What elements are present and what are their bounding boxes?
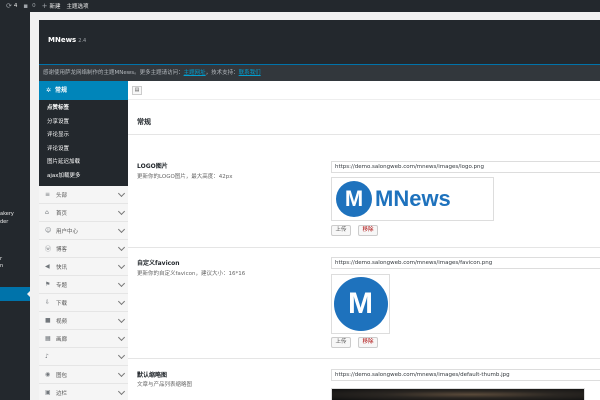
submenu-item[interactable]: 分享设置 xyxy=(39,116,128,130)
logo-option-desc: 更新你的LOGO图片，最大高度：42px xyxy=(137,174,233,180)
logo-url-input[interactable]: https://demo.salongweb.com/mnews/images/… xyxy=(331,161,600,173)
favicon-mark: M xyxy=(333,277,388,331)
admin-bar-theme-options[interactable]: 主题选项 xyxy=(67,2,89,10)
megaphone-icon: ◀ xyxy=(45,263,50,270)
plus-icon: + xyxy=(41,2,48,10)
sidebar-item-notice[interactable]: ♪ xyxy=(39,348,128,366)
expand-options-button[interactable]: ▤ xyxy=(132,86,142,95)
admin-bar-comments[interactable]: ⟳ 4 xyxy=(6,2,17,10)
favicon-remove-button[interactable]: 移除 xyxy=(358,337,378,348)
favicon-url-input[interactable]: https://demo.salongweb.com/mnews/images/… xyxy=(331,257,600,269)
submenu-item[interactable]: 评论显示 xyxy=(39,129,128,143)
gear-icon: ✲ xyxy=(46,87,52,94)
sidebar-item-news[interactable]: ◀ 快讯 xyxy=(39,258,128,276)
chevron-down-icon xyxy=(117,369,126,378)
sidebar-item-topic[interactable]: ⚑ 专题 xyxy=(39,276,128,294)
divider xyxy=(128,358,600,359)
sidebar-item-gallery[interactable]: ▦ 画廊 xyxy=(39,330,128,348)
thumb-option-label: 默认缩略图 xyxy=(137,372,168,379)
comment-icon: ▪ xyxy=(23,2,29,10)
bell-icon: ♪ xyxy=(45,353,49,360)
logo-preview: M MNews xyxy=(331,177,494,221)
admin-menu-fragment[interactable]: n xyxy=(0,263,3,269)
sidebar-item-sidebar[interactable]: ▣ 边栏 xyxy=(39,384,128,400)
logo-upload-button[interactable]: 上传 xyxy=(331,225,351,236)
thumb-option-desc: 文章与产品列表缩略图 xyxy=(137,382,193,388)
sidebar-item-download[interactable]: ⇩ 下载 xyxy=(39,294,128,312)
divider xyxy=(128,134,600,135)
wordpress-icon: ⓦ xyxy=(45,246,52,253)
current-arrow xyxy=(27,291,30,297)
chevron-down-icon xyxy=(117,387,126,396)
home-icon: ⌂ xyxy=(45,209,49,216)
sync-icon: ⟳ xyxy=(6,2,12,10)
admin-bar-new[interactable]: + 新建 xyxy=(42,2,61,10)
sidebar-item-header[interactable]: ≡ 头部 xyxy=(39,186,128,204)
users-icon: ☺ xyxy=(45,227,52,234)
favicon-upload-button[interactable]: 上传 xyxy=(331,337,351,348)
download-icon: ⇩ xyxy=(45,299,51,306)
sidebar-item-home[interactable]: ⌂ 首页 xyxy=(39,204,128,222)
theme-site-link[interactable]: 主题网址 xyxy=(184,70,206,76)
options-main: 常规 LOGO图片 更新你的LOGO图片，最大高度：42px https://d… xyxy=(128,100,600,400)
chevron-down-icon xyxy=(117,243,126,252)
sidebar-item-blog[interactable]: ⓦ 博客 xyxy=(39,240,128,258)
theme-version: 2.4 xyxy=(78,38,87,44)
camera-icon: ◉ xyxy=(45,371,51,378)
options-panel: MNews 2.4 感谢使用萨龙网络制作的主题MNews。更多主题请访问：主题网址… xyxy=(39,20,600,400)
theme-title: MNews xyxy=(48,36,77,44)
options-sidebar: ✲ 常规 点赞标签 分享设置 评论显示 评论设置 图片延迟加载 ajax加载更多 … xyxy=(39,81,128,400)
admin-menu-current-item[interactable] xyxy=(0,287,30,301)
admin-menu-fragment[interactable]: r xyxy=(0,256,2,262)
options-toolbar: ▤ xyxy=(128,81,600,100)
sidebar-icon: ▣ xyxy=(45,389,51,396)
bars-icon: ≡ xyxy=(45,191,51,198)
chevron-down-icon xyxy=(117,207,126,216)
admin-menu-fragment[interactable]: akery xyxy=(0,211,14,217)
thumb-url-input[interactable]: https://demo.salongweb.com/mnews/images/… xyxy=(331,369,600,381)
admin-menu: akery der r n xyxy=(0,12,30,400)
chevron-down-icon xyxy=(117,315,126,324)
submenu-item[interactable]: ajax加载更多 xyxy=(39,170,128,184)
divider xyxy=(128,247,600,248)
options-header: MNews 2.4 xyxy=(39,20,600,64)
favicon-option-label: 自定义favicon xyxy=(137,260,180,267)
admin-bar: ⟳ 4 ▪ 0 + 新建 主题选项 xyxy=(0,0,600,12)
logo-remove-button[interactable]: 移除 xyxy=(358,225,378,236)
submenu-item[interactable]: 点赞标签 xyxy=(39,102,128,116)
sidebar-item-video[interactable]: ■ 视频 xyxy=(39,312,128,330)
favicon-preview: M xyxy=(331,274,390,334)
thumb-image xyxy=(332,389,584,400)
logo-mark: M xyxy=(336,181,372,217)
chevron-down-icon xyxy=(117,333,126,342)
admin-bar-updates[interactable]: ▪ 0 xyxy=(23,2,35,10)
sidebar-submenu: 点赞标签 分享设置 评论显示 评论设置 图片延迟加载 ajax加载更多 xyxy=(39,100,128,186)
favicon-option-desc: 更新你的自定义favicon，建议大小：16*16 xyxy=(137,271,246,277)
admin-menu-fragment[interactable]: der xyxy=(0,219,8,225)
sidebar-item-general[interactable]: ✲ 常规 xyxy=(39,81,128,100)
support-notice: 感谢使用萨龙网络制作的主题MNews。更多主题请访问：主题网址，技术支持：联系我… xyxy=(39,64,600,81)
logo-wordmark: MNews xyxy=(375,186,451,211)
section-title: 常规 xyxy=(137,118,151,126)
chevron-down-icon xyxy=(117,279,126,288)
chevron-down-icon xyxy=(117,261,126,270)
chevron-down-icon xyxy=(117,189,126,198)
sidebar-item-photo-pack[interactable]: ◉ 图包 xyxy=(39,366,128,384)
chevron-down-icon xyxy=(117,297,126,306)
flag-icon: ⚑ xyxy=(45,281,51,288)
thumb-preview xyxy=(331,388,585,400)
logo-option-label: LOGO图片 xyxy=(137,163,168,170)
submenu-item[interactable]: 图片延迟加载 xyxy=(39,156,128,170)
contact-link[interactable]: 联系我们 xyxy=(239,70,261,76)
video-icon: ■ xyxy=(45,317,51,324)
chevron-down-icon xyxy=(117,225,126,234)
chevron-down-icon xyxy=(117,351,126,360)
gallery-icon: ▦ xyxy=(45,335,51,342)
sidebar-item-user-center[interactable]: ☺ 用户中心 xyxy=(39,222,128,240)
submenu-item[interactable]: 评论设置 xyxy=(39,143,128,157)
